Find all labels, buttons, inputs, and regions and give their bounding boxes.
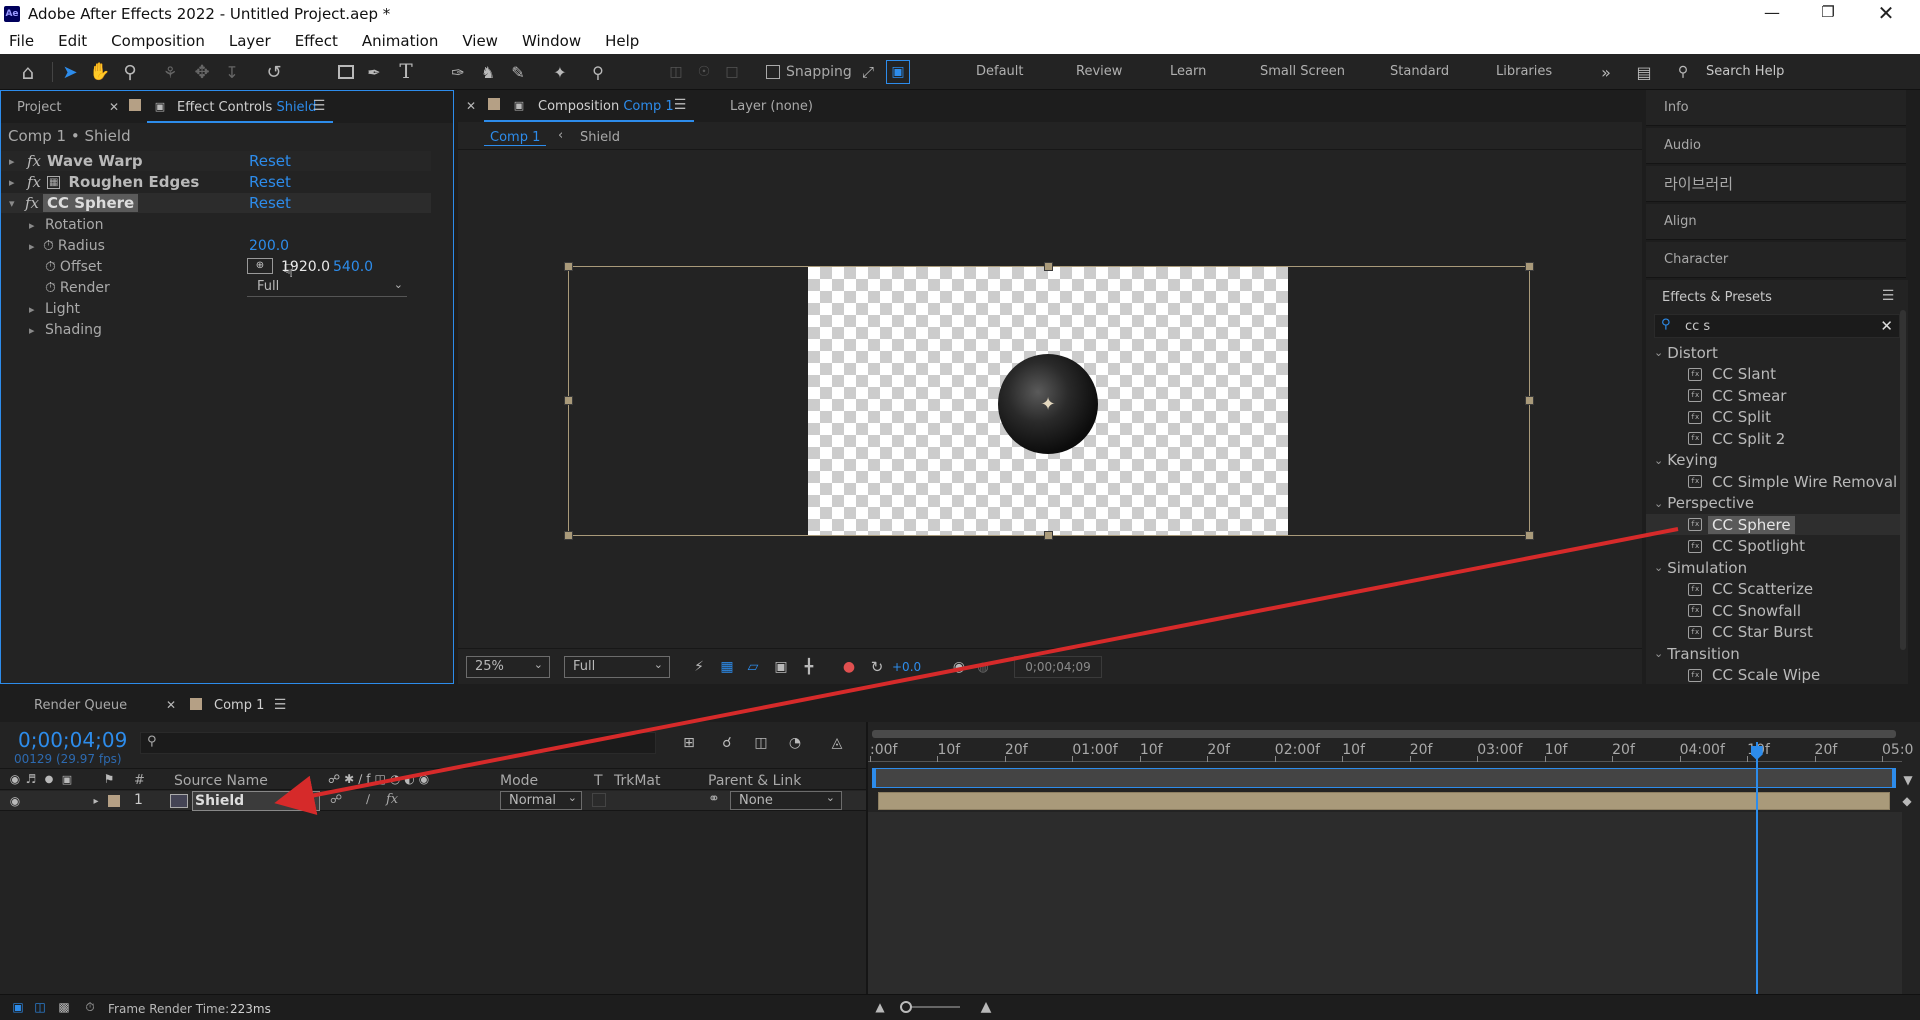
- annotation-arrow: [274, 527, 1679, 816]
